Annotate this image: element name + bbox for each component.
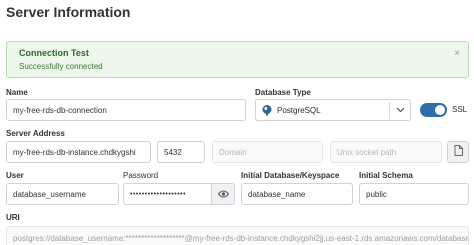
chevron-down-icon[interactable] [390, 107, 410, 113]
socket-path-field[interactable]: Unix socket path [330, 141, 442, 163]
ssl-label: SSL [452, 105, 468, 114]
initial-schema-label: Initial Schema [359, 171, 413, 180]
initial-database-field[interactable]: database_name [241, 183, 353, 205]
initial-database-label: Initial Database/Keyspace [241, 171, 340, 180]
user-field[interactable]: database_username [6, 183, 119, 205]
user-label: User [6, 171, 24, 180]
database-type-select[interactable]: PostgreSQL [255, 99, 411, 121]
uri-label: URI [6, 213, 20, 222]
connection-test-alert: Connection Test Successfully connected × [6, 41, 469, 78]
host-field[interactable]: my-free-rds-db-instance.chdkygshi [6, 141, 151, 163]
name-field[interactable]: my-free-rds-db-connection [6, 99, 246, 121]
password-field[interactable]: ••••••••••••••••••• [123, 183, 212, 205]
file-icon [454, 143, 463, 161]
uri-field[interactable]: postgres://database_username:***********… [6, 226, 469, 245]
postgresql-elephant-icon [261, 104, 273, 116]
close-icon[interactable]: × [454, 48, 460, 59]
eye-icon [217, 185, 229, 203]
show-password-button[interactable] [211, 183, 235, 205]
port-field[interactable]: 5432 [157, 141, 205, 163]
alert-title: Connection Test [19, 48, 89, 58]
password-label: Password [123, 171, 159, 180]
server-address-label: Server Address [6, 129, 65, 138]
browse-file-button[interactable] [447, 141, 469, 163]
alert-message: Successfully connected [19, 62, 103, 71]
initial-schema-field[interactable]: public [359, 183, 469, 205]
database-type-label: Database Type [255, 88, 311, 97]
domain-field[interactable]: Domain [212, 141, 323, 163]
ssl-toggle-knob [435, 105, 445, 115]
name-label: Name [6, 88, 28, 97]
ssl-toggle[interactable] [420, 103, 447, 117]
database-type-value: PostgreSQL [277, 105, 321, 115]
page-title: Server Information [6, 4, 131, 20]
